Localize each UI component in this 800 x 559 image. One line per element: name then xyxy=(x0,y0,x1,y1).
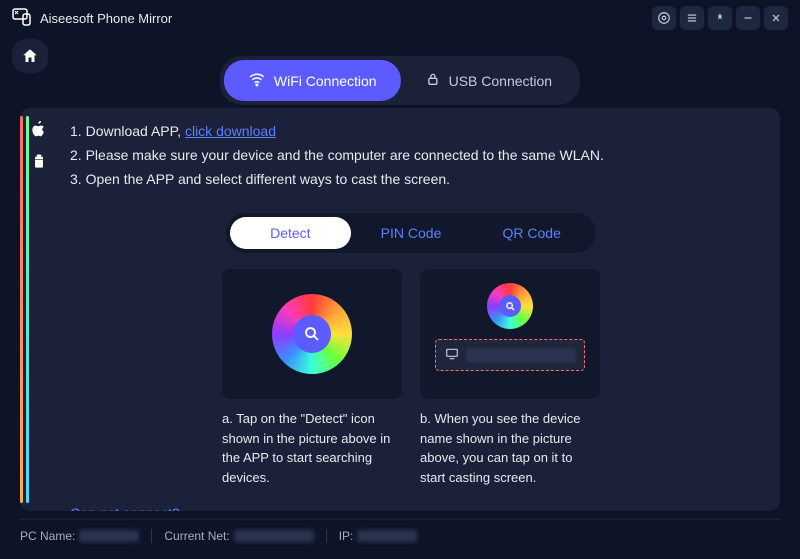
status-net: Current Net: xyxy=(164,529,313,543)
status-sep xyxy=(151,529,152,543)
tab-wifi[interactable]: WiFi Connection xyxy=(224,60,401,101)
ip-blur xyxy=(357,530,417,542)
connection-tabs: WiFi Connection USB Connection xyxy=(220,56,580,105)
subtab-qr[interactable]: QR Code xyxy=(471,217,592,249)
feedback-button[interactable] xyxy=(652,6,676,30)
spectrum-ring-icon xyxy=(272,294,352,374)
titlebar: Aiseesoft Phone Mirror xyxy=(0,0,800,36)
card-a: a. Tap on the "Detect" icon shown in the… xyxy=(222,269,402,487)
detect-search-small-icon xyxy=(499,295,521,317)
pc-name-blur xyxy=(79,530,139,542)
apple-icon[interactable] xyxy=(28,118,50,140)
close-button[interactable] xyxy=(764,6,788,30)
subtab-detect[interactable]: Detect xyxy=(230,217,351,249)
card-a-image xyxy=(222,269,402,399)
android-icon[interactable] xyxy=(28,150,50,172)
titlebar-actions xyxy=(652,6,788,30)
home-button[interactable] xyxy=(12,39,48,73)
minimize-button[interactable] xyxy=(736,6,760,30)
rail-accent-ios xyxy=(20,116,23,503)
status-ip: IP: xyxy=(339,529,418,543)
status-pc: PC Name: xyxy=(20,529,139,543)
card-b: b. When you see the device name shown in… xyxy=(420,269,600,487)
device-name-blur xyxy=(466,348,576,362)
step-2: 2. Please make sure your device and the … xyxy=(70,144,752,168)
card-b-text: b. When you see the device name shown in… xyxy=(420,409,600,487)
method-tabs: Detect PIN Code QR Code xyxy=(226,213,596,253)
app-logo-icon xyxy=(12,8,32,29)
net-name-blur xyxy=(234,530,314,542)
lock-icon xyxy=(425,71,441,90)
spectrum-ring-small-icon xyxy=(487,283,533,329)
monitor-icon xyxy=(444,347,460,364)
card-b-image xyxy=(420,269,600,399)
tab-usb-label: USB Connection xyxy=(449,73,553,89)
subtab-pin[interactable]: PIN Code xyxy=(351,217,472,249)
main-panel: 1. Download APP, click download 2. Pleas… xyxy=(20,108,780,511)
os-rail xyxy=(20,108,50,511)
tab-usb[interactable]: USB Connection xyxy=(401,60,577,101)
app-title: Aiseesoft Phone Mirror xyxy=(40,11,172,26)
pin-button[interactable] xyxy=(708,6,732,30)
device-row xyxy=(435,339,585,371)
tab-wifi-label: WiFi Connection xyxy=(274,73,377,89)
cannot-connect-link[interactable]: Can not connect? xyxy=(70,505,180,511)
detect-search-icon xyxy=(293,315,331,353)
content: 1. Download APP, click download 2. Pleas… xyxy=(50,108,780,511)
step-3: 3. Open the APP and select different way… xyxy=(70,168,752,192)
steps-list: 1. Download APP, click download 2. Pleas… xyxy=(70,120,752,191)
menu-button[interactable] xyxy=(680,6,704,30)
card-a-text: a. Tap on the "Detect" icon shown in the… xyxy=(222,409,402,487)
titlebar-left: Aiseesoft Phone Mirror xyxy=(12,8,172,29)
statusbar: PC Name: Current Net: IP: xyxy=(20,519,780,545)
download-link[interactable]: click download xyxy=(185,123,276,139)
status-sep xyxy=(326,529,327,543)
step-1: 1. Download APP, click download xyxy=(70,120,752,144)
wifi-icon xyxy=(248,70,266,91)
instruction-cards: a. Tap on the "Detect" icon shown in the… xyxy=(70,269,752,487)
rail-accent-android xyxy=(26,116,29,503)
